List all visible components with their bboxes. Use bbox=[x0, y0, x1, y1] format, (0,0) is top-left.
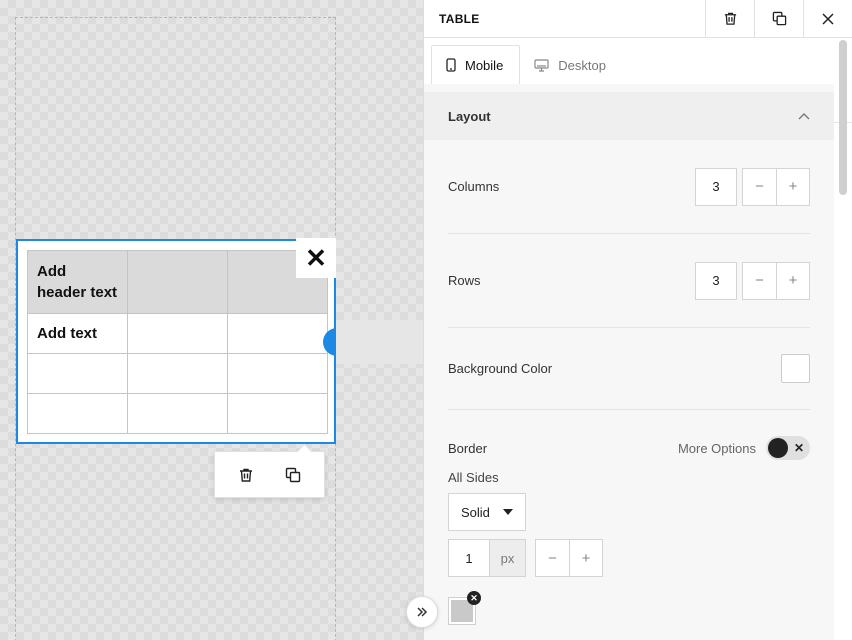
columns-label: Columns bbox=[448, 179, 500, 194]
border-width-input[interactable]: 1 bbox=[449, 540, 489, 576]
table-cell[interactable] bbox=[127, 313, 228, 354]
desktop-icon bbox=[534, 58, 549, 72]
rows-stepper: − + bbox=[742, 261, 810, 300]
table-cell[interactable] bbox=[27, 393, 128, 434]
block-toolbar bbox=[214, 451, 325, 498]
border-style-value: Solid bbox=[461, 504, 490, 520]
tab-desktop[interactable]: Desktop bbox=[520, 45, 622, 85]
panel-header: TABLE bbox=[424, 0, 852, 38]
clear-color-icon[interactable]: ✕ bbox=[467, 591, 481, 605]
panel-scrollbar[interactable] bbox=[839, 40, 847, 195]
background-color-row: Background Color bbox=[448, 328, 810, 410]
border-width-stepper: − + bbox=[535, 539, 603, 577]
columns-stepper: − + bbox=[742, 167, 810, 206]
table-row: Add text bbox=[27, 313, 328, 354]
layout-fields: Columns 3 − + Rows 3 − + Background Colo… bbox=[424, 140, 834, 577]
background-color-swatch[interactable] bbox=[781, 354, 810, 383]
border-group: Border More Options ✕ All Sides Solid 1 … bbox=[448, 410, 810, 577]
table-cell[interactable] bbox=[127, 393, 228, 434]
delete-button[interactable] bbox=[705, 0, 754, 38]
double-chevron-right-icon bbox=[417, 607, 428, 617]
table-cell[interactable] bbox=[227, 353, 328, 394]
table-cell[interactable] bbox=[227, 393, 328, 434]
columns-increment-button[interactable]: + bbox=[776, 168, 809, 205]
trash-icon bbox=[724, 12, 736, 25]
chevron-up-icon bbox=[798, 113, 810, 120]
close-icon: ✕ bbox=[305, 242, 327, 273]
canvas-gutter bbox=[336, 320, 423, 364]
more-options-toggle[interactable]: ✕ bbox=[766, 436, 810, 460]
table-block[interactable]: Add header text Add text bbox=[16, 239, 336, 444]
table-row: Add header text bbox=[27, 250, 328, 314]
rows-decrement-button[interactable]: − bbox=[743, 263, 776, 299]
border-width-unit[interactable]: px bbox=[489, 540, 525, 576]
table-cell[interactable] bbox=[27, 353, 128, 394]
trash-icon bbox=[240, 468, 253, 482]
rows-increment-button[interactable]: + bbox=[776, 262, 809, 299]
close-icon bbox=[822, 12, 834, 25]
all-sides-label: All Sides bbox=[448, 470, 499, 485]
border-style-select[interactable]: Solid bbox=[448, 493, 526, 531]
panel-scroll-area[interactable]: Layout Columns 3 − + Rows 3 − + Backgrou… bbox=[424, 84, 834, 640]
columns-decrement-button[interactable]: − bbox=[743, 169, 776, 205]
duplicate-icon bbox=[285, 467, 300, 482]
table-cell[interactable] bbox=[227, 313, 328, 354]
table-row bbox=[27, 393, 328, 434]
table-cell[interactable] bbox=[127, 250, 228, 314]
panel-title: TABLE bbox=[439, 11, 480, 26]
rows-input[interactable]: 3 bbox=[695, 261, 737, 300]
border-style-wrap: Solid bbox=[448, 493, 810, 531]
duplicate-icon bbox=[772, 11, 786, 26]
toggle-knob bbox=[768, 438, 788, 458]
duplicate-button[interactable] bbox=[754, 0, 803, 38]
editor-canvas[interactable]: Add header text Add text ✕ bbox=[0, 0, 423, 640]
tab-label: Mobile bbox=[465, 57, 504, 73]
properties-panel: TABLE Mobile Desktop Layout Columns 3 − … bbox=[423, 0, 852, 640]
rows-label: Rows bbox=[448, 273, 481, 288]
tab-label: Desktop bbox=[558, 57, 606, 73]
border-width-increment-button[interactable]: + bbox=[569, 540, 602, 576]
table-cell[interactable]: Add text bbox=[27, 313, 128, 354]
caret-down-icon bbox=[503, 509, 513, 515]
border-label: Border bbox=[448, 440, 488, 456]
table-cell[interactable] bbox=[127, 353, 228, 394]
delete-block-button[interactable] bbox=[230, 459, 262, 491]
section-title: Layout bbox=[448, 108, 491, 124]
layout-section-header[interactable]: Layout bbox=[424, 92, 834, 140]
tab-mobile[interactable]: Mobile bbox=[431, 45, 521, 85]
duplicate-block-button[interactable] bbox=[277, 459, 309, 491]
table-row bbox=[27, 353, 328, 394]
background-color-label: Background Color bbox=[448, 361, 553, 376]
border-width-decrement-button[interactable]: − bbox=[536, 540, 569, 576]
mobile-icon bbox=[446, 58, 456, 72]
close-icon: ✕ bbox=[794, 441, 805, 455]
columns-input[interactable]: 3 bbox=[695, 167, 737, 206]
columns-row: Columns 3 − + bbox=[448, 140, 810, 234]
table-cell[interactable]: Add header text bbox=[27, 250, 128, 314]
close-block-button[interactable]: ✕ bbox=[296, 238, 336, 278]
border-width-field: 1 px bbox=[448, 539, 526, 577]
table-grid: Add header text Add text bbox=[27, 250, 328, 434]
border-color-swatch[interactable]: ✕ bbox=[448, 591, 481, 625]
rows-row: Rows 3 − + bbox=[448, 234, 810, 328]
border-width-wrap: 1 px − + bbox=[448, 539, 810, 577]
close-panel-button[interactable] bbox=[803, 0, 852, 38]
collapse-panel-button[interactable] bbox=[406, 596, 438, 628]
more-options-label: More Options bbox=[677, 440, 756, 456]
